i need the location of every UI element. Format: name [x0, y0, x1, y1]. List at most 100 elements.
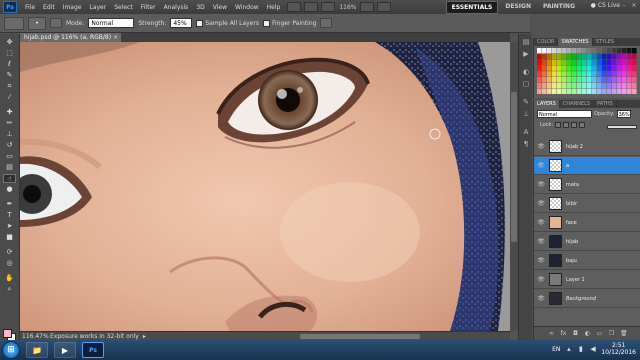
swatch-cell[interactable]: [597, 77, 602, 83]
menu-file[interactable]: File: [21, 4, 39, 11]
swatch-cell[interactable]: [627, 59, 632, 65]
swatch-cell[interactable]: [557, 53, 562, 60]
menu-layer[interactable]: Layer: [85, 4, 110, 11]
swatch-cell[interactable]: [632, 82, 637, 89]
layer-row[interactable]: 👁 face: [534, 214, 640, 232]
visibility-eye-icon[interactable]: 👁: [536, 142, 546, 152]
tab-styles[interactable]: STYLES: [593, 38, 619, 46]
swatch-cell[interactable]: [632, 65, 637, 71]
document-canvas[interactable]: [20, 42, 510, 331]
swatch-cell[interactable]: [572, 82, 577, 89]
swatch-cell[interactable]: [572, 71, 577, 77]
swatch-cell[interactable]: [632, 53, 637, 60]
language-indicator[interactable]: EN: [552, 346, 560, 353]
swatch-cell[interactable]: [557, 88, 562, 94]
swatch-cell[interactable]: [627, 82, 632, 89]
opacity-input[interactable]: 36%: [616, 109, 631, 118]
scroll-thumb[interactable]: [511, 92, 517, 242]
volume-icon[interactable]: ◀: [589, 345, 596, 353]
menu-analysis[interactable]: Analysis: [160, 4, 193, 11]
swatch-cell[interactable]: [537, 77, 542, 83]
paragraph-panel-icon[interactable]: ¶: [521, 140, 531, 148]
delete-layer-icon[interactable]: 🗑: [620, 330, 628, 337]
swatch-cell[interactable]: [577, 82, 582, 89]
swatch-cell[interactable]: [597, 88, 602, 94]
swatch-cell[interactable]: [597, 59, 602, 65]
layer-row[interactable]: 👁 hijab 2: [534, 138, 640, 156]
menu-image[interactable]: Image: [59, 4, 86, 11]
swatch-cell[interactable]: [617, 82, 622, 89]
actions-panel-icon[interactable]: ▶: [521, 50, 531, 58]
menu-window[interactable]: Window: [231, 4, 263, 11]
swatch-cell[interactable]: [562, 77, 567, 83]
swatch-cell[interactable]: [552, 88, 557, 94]
swatch-cell[interactable]: [567, 77, 572, 83]
swatch-cell[interactable]: [562, 65, 567, 71]
swatch-cell[interactable]: [592, 71, 597, 77]
layer-row[interactable]: 👁 bibir: [534, 195, 640, 213]
swatch-cell[interactable]: [632, 48, 637, 54]
swatch-cell[interactable]: [587, 48, 592, 54]
swatch-cell[interactable]: [542, 59, 547, 65]
swatch-cell[interactable]: [552, 77, 557, 83]
menu-3d[interactable]: 3D: [192, 4, 208, 11]
layer-row[interactable]: 👁 baju: [534, 252, 640, 270]
swatch-cell[interactable]: [627, 71, 632, 77]
swatch-cell[interactable]: [582, 71, 587, 77]
zoom-tool-icon[interactable]: ⌕: [3, 285, 16, 294]
layer-row[interactable]: 👁 Background: [534, 290, 640, 308]
adjustment-layer-icon[interactable]: ◐: [584, 330, 591, 337]
swatch-cell[interactable]: [612, 48, 617, 54]
swatch-cell[interactable]: [622, 77, 627, 83]
swatch-cell[interactable]: [567, 65, 572, 71]
swatch-cell[interactable]: [562, 48, 567, 54]
swatch-cell[interactable]: [582, 65, 587, 71]
3d-rotate-tool-icon[interactable]: ⟳: [3, 248, 16, 257]
swatch-cell[interactable]: [562, 59, 567, 65]
swatch-cell[interactable]: [627, 77, 632, 83]
mini-bridge-button[interactable]: [304, 2, 319, 12]
swatch-cell[interactable]: [622, 88, 627, 94]
swatch-cell[interactable]: [592, 59, 597, 65]
swatch-cell[interactable]: [542, 48, 547, 54]
swatch-cell[interactable]: [572, 77, 577, 83]
swatch-cell[interactable]: [572, 65, 577, 71]
visibility-eye-icon[interactable]: 👁: [536, 237, 546, 247]
layer-row[interactable]: 👁 a: [534, 157, 640, 175]
swatch-cell[interactable]: [537, 65, 542, 71]
swatch-cell[interactable]: [587, 71, 592, 77]
swatch-cell[interactable]: [542, 82, 547, 89]
swatch-cell[interactable]: [602, 88, 607, 94]
sample-all-layers-checkbox[interactable]: Sample All Layers: [196, 19, 259, 27]
menu-view[interactable]: View: [209, 4, 231, 11]
swatch-cell[interactable]: [562, 88, 567, 94]
swatch-cell[interactable]: [552, 65, 557, 71]
swatch-cell[interactable]: [602, 59, 607, 65]
swatch-cell[interactable]: [547, 88, 552, 94]
swatch-cell[interactable]: [557, 82, 562, 89]
hand-tool-icon[interactable]: ✋: [3, 274, 16, 283]
swatch-cell[interactable]: [592, 53, 597, 60]
brush-tool-icon[interactable]: ✏: [3, 119, 16, 128]
3d-orbit-tool-icon[interactable]: ◎: [3, 259, 16, 268]
path-selection-tool-icon[interactable]: ➤: [3, 222, 16, 231]
menu-filter[interactable]: Filter: [137, 4, 160, 11]
swatch-cell[interactable]: [607, 82, 612, 89]
eraser-tool-icon[interactable]: ▭: [3, 152, 16, 161]
swatch-cell[interactable]: [577, 65, 582, 71]
swatch-cell[interactable]: [602, 48, 607, 54]
swatch-cell[interactable]: [557, 59, 562, 65]
swatch-cell[interactable]: [617, 77, 622, 83]
swatch-cell[interactable]: [577, 59, 582, 65]
swatch-cell[interactable]: [552, 53, 557, 60]
menu-select[interactable]: Select: [110, 4, 137, 11]
swatch-cell[interactable]: [547, 82, 552, 89]
swatch-cell[interactable]: [567, 71, 572, 77]
swatch-cell[interactable]: [627, 53, 632, 60]
lasso-tool-icon[interactable]: ℓ: [3, 60, 16, 69]
eyedropper-tool-icon[interactable]: ⁄: [3, 93, 16, 102]
new-layer-icon[interactable]: ❐: [608, 330, 615, 337]
swatch-cell[interactable]: [542, 77, 547, 83]
visibility-eye-icon[interactable]: 👁: [536, 180, 546, 190]
swatch-grid[interactable]: [537, 48, 637, 95]
